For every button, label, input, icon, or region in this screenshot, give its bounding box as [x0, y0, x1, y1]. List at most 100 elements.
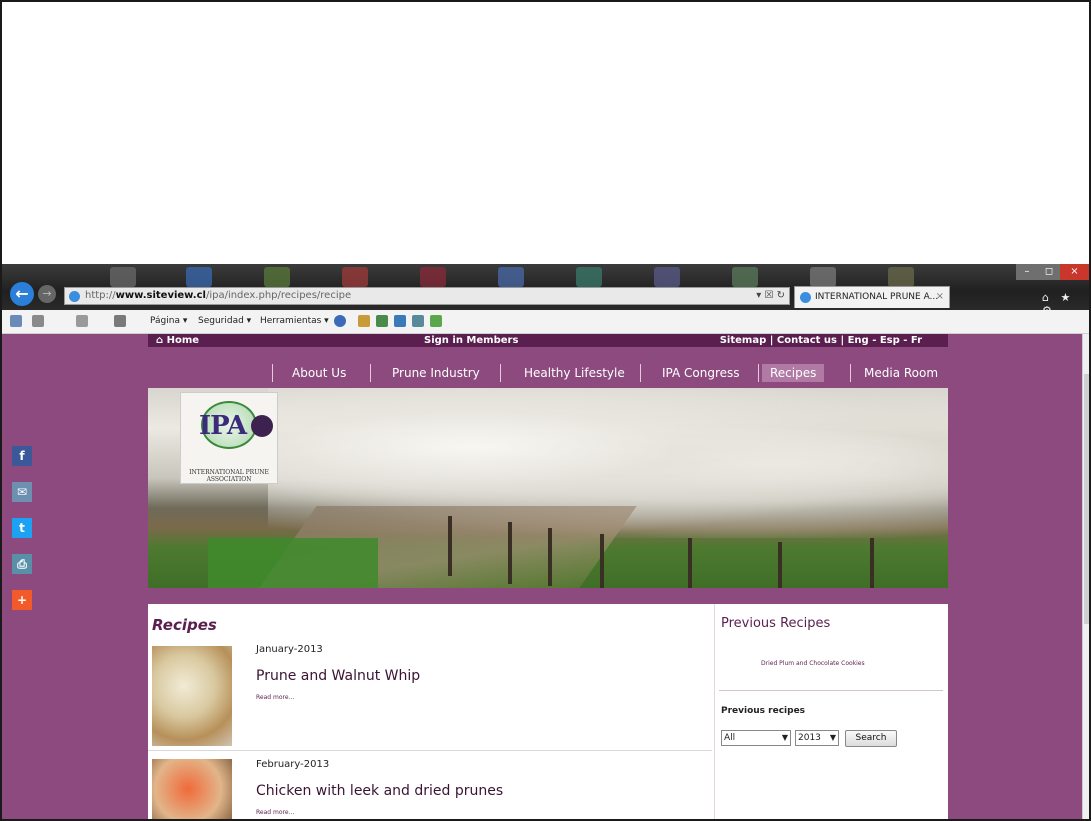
- tree-trunk: [688, 538, 692, 588]
- toolbar-extension-icon[interactable]: [358, 315, 370, 327]
- url-host: www.siteview.cl: [115, 290, 206, 301]
- taskbar-app-icon[interactable]: [186, 267, 212, 287]
- toolbar-extension-icon[interactable]: [430, 315, 442, 327]
- print-icon[interactable]: [114, 315, 126, 327]
- print-share-icon[interactable]: ⎙: [12, 554, 32, 574]
- year-select[interactable]: 2013 ▼: [795, 730, 839, 746]
- recipe-title-link[interactable]: Prune and Walnut Whip: [256, 668, 420, 684]
- tree-trunk: [870, 538, 874, 588]
- orchard-banner-image: IPA INTERNATIONAL PRUNE ASSOCIATION: [148, 388, 948, 588]
- logo-initials: IPA: [199, 411, 247, 441]
- taskbar-app-icon[interactable]: [732, 267, 758, 287]
- menu-herramientas[interactable]: Herramientas ▾: [260, 316, 329, 326]
- nav-recipes[interactable]: Recipes: [762, 364, 825, 382]
- orchard-grass: [208, 538, 378, 588]
- chevron-down-icon: ▼: [829, 733, 836, 742]
- feeds-icon[interactable]: [32, 315, 44, 327]
- toolbar-extension-icon[interactable]: [376, 315, 388, 327]
- taskbar-app-icon[interactable]: [498, 267, 524, 287]
- vertical-scrollbar[interactable]: [1082, 334, 1089, 819]
- taskbar-app-icon[interactable]: [420, 267, 446, 287]
- url-path: /ipa/index.php/recipes/recipe: [205, 290, 352, 301]
- recipe-item: February-2013 Chicken with leek and drie…: [148, 750, 712, 819]
- recipe-thumbnail[interactable]: [152, 759, 232, 819]
- window-maximize-button[interactable]: ◻: [1038, 264, 1060, 280]
- facebook-icon[interactable]: f: [12, 446, 32, 466]
- recipe-thumbnail[interactable]: [152, 646, 232, 746]
- tab-title: INTERNATIONAL PRUNE A...: [815, 292, 939, 302]
- content-panel: Recipes January-2013 Prune and Walnut Wh…: [148, 604, 948, 819]
- ipa-logo[interactable]: IPA INTERNATIONAL PRUNE ASSOCIATION: [180, 392, 278, 484]
- command-bar: Página ▾ Seguridad ▾ Herramientas ▾: [2, 310, 1089, 334]
- site-topstrip: ⌂ Home Sign in Members Sitemap | Contact…: [148, 334, 948, 347]
- nav-separator: [850, 364, 851, 382]
- menu-seguridad[interactable]: Seguridad ▾: [198, 316, 251, 326]
- tab-international-prune[interactable]: INTERNATIONAL PRUNE A... ×: [794, 286, 950, 308]
- logo-caption: INTERNATIONAL PRUNE ASSOCIATION: [189, 469, 269, 483]
- taskbar-app-icon[interactable]: [264, 267, 290, 287]
- signin-members-link[interactable]: Sign in Members: [424, 334, 518, 347]
- nav-separator: [500, 364, 501, 382]
- nav-prune-industry[interactable]: Prune Industry: [392, 364, 480, 382]
- previous-recipe-link[interactable]: Dried Plum and Chocolate Cookies: [761, 660, 865, 667]
- screenshot-frame: – ◻ × ← → http://www.siteview.cl/ipa/ind…: [0, 0, 1091, 821]
- tree-trunk: [548, 528, 552, 586]
- read-mail-icon[interactable]: [76, 315, 88, 327]
- nav-separator: [758, 364, 759, 382]
- tree-trunk: [448, 516, 452, 576]
- taskbar-app-icon[interactable]: [342, 267, 368, 287]
- website-viewport: ⌂ Home Sign in Members Sitemap | Contact…: [2, 334, 1089, 819]
- recipe-item: January-2013 Prune and Walnut Whip Read …: [148, 636, 712, 748]
- category-select-value: All: [724, 733, 736, 743]
- browser-window: – ◻ × ← → http://www.siteview.cl/ipa/ind…: [2, 264, 1089, 819]
- twitter-icon[interactable]: t: [12, 518, 32, 538]
- home-link[interactable]: ⌂ Home: [156, 334, 199, 347]
- tab-close-icon[interactable]: ×: [936, 287, 944, 307]
- divider: [719, 690, 943, 691]
- taskbar-app-icon[interactable]: [654, 267, 680, 287]
- previous-recipes-sidebar: Previous Recipes Dried Plum and Chocolat…: [714, 604, 948, 819]
- recipe-title-link[interactable]: Chicken with leek and dried prunes: [256, 783, 503, 799]
- home-icon[interactable]: [10, 315, 22, 327]
- recipe-date: January-2013: [256, 644, 323, 655]
- nav-separator: [640, 364, 641, 382]
- top-links[interactable]: Sitemap | Contact us | Eng - Esp - Fr: [720, 334, 922, 347]
- forward-button[interactable]: →: [38, 285, 56, 303]
- tree-trunk: [778, 542, 782, 588]
- browser-titlebar: – ◻ × ← → http://www.siteview.cl/ipa/ind…: [2, 264, 1089, 317]
- window-minimize-button[interactable]: –: [1016, 264, 1038, 280]
- taskbar-app-icon[interactable]: [576, 267, 602, 287]
- url-prefix: http://: [85, 290, 116, 301]
- tree-trunk: [600, 534, 604, 588]
- sidebar-title: Previous Recipes: [721, 616, 831, 631]
- read-more-link[interactable]: Read more...: [256, 694, 294, 701]
- nav-ipa-congress[interactable]: IPA Congress: [662, 364, 740, 382]
- taskbar-app-icon[interactable]: [810, 267, 836, 287]
- nav-healthy-lifestyle[interactable]: Healthy Lifestyle: [524, 364, 625, 382]
- search-button[interactable]: Search: [845, 730, 897, 747]
- address-tools-icon[interactable]: ▾ ☒ ↻: [756, 288, 785, 304]
- category-select[interactable]: All ▼: [721, 730, 791, 746]
- back-button[interactable]: ←: [10, 282, 34, 306]
- scrollbar-thumb[interactable]: [1084, 374, 1089, 624]
- menu-pagina[interactable]: Página ▾: [150, 316, 187, 326]
- taskbar-app-icon[interactable]: [110, 267, 136, 287]
- tab-favicon-icon: [800, 292, 811, 303]
- email-icon[interactable]: ✉: [12, 482, 32, 502]
- toolbar-extension-icon[interactable]: [412, 315, 424, 327]
- read-more-link[interactable]: Read more...: [256, 809, 294, 816]
- chevron-down-icon: ▼: [781, 733, 788, 742]
- tree-trunk: [508, 522, 512, 584]
- toolbar-extension-icon[interactable]: [394, 315, 406, 327]
- sidebar-subtitle: Previous recipes: [721, 706, 806, 716]
- nav-about-us[interactable]: About Us: [292, 364, 346, 382]
- blank-area: [2, 2, 1089, 264]
- year-select-value: 2013: [798, 733, 821, 743]
- window-close-button[interactable]: ×: [1060, 264, 1089, 280]
- help-icon[interactable]: [334, 315, 346, 327]
- taskbar-app-icon[interactable]: [888, 267, 914, 287]
- nav-media-room[interactable]: Media Room: [864, 364, 938, 382]
- share-plus-icon[interactable]: +: [12, 590, 32, 610]
- nav-separator: [370, 364, 371, 382]
- address-bar[interactable]: http://www.siteview.cl/ipa/index.php/rec…: [64, 287, 790, 305]
